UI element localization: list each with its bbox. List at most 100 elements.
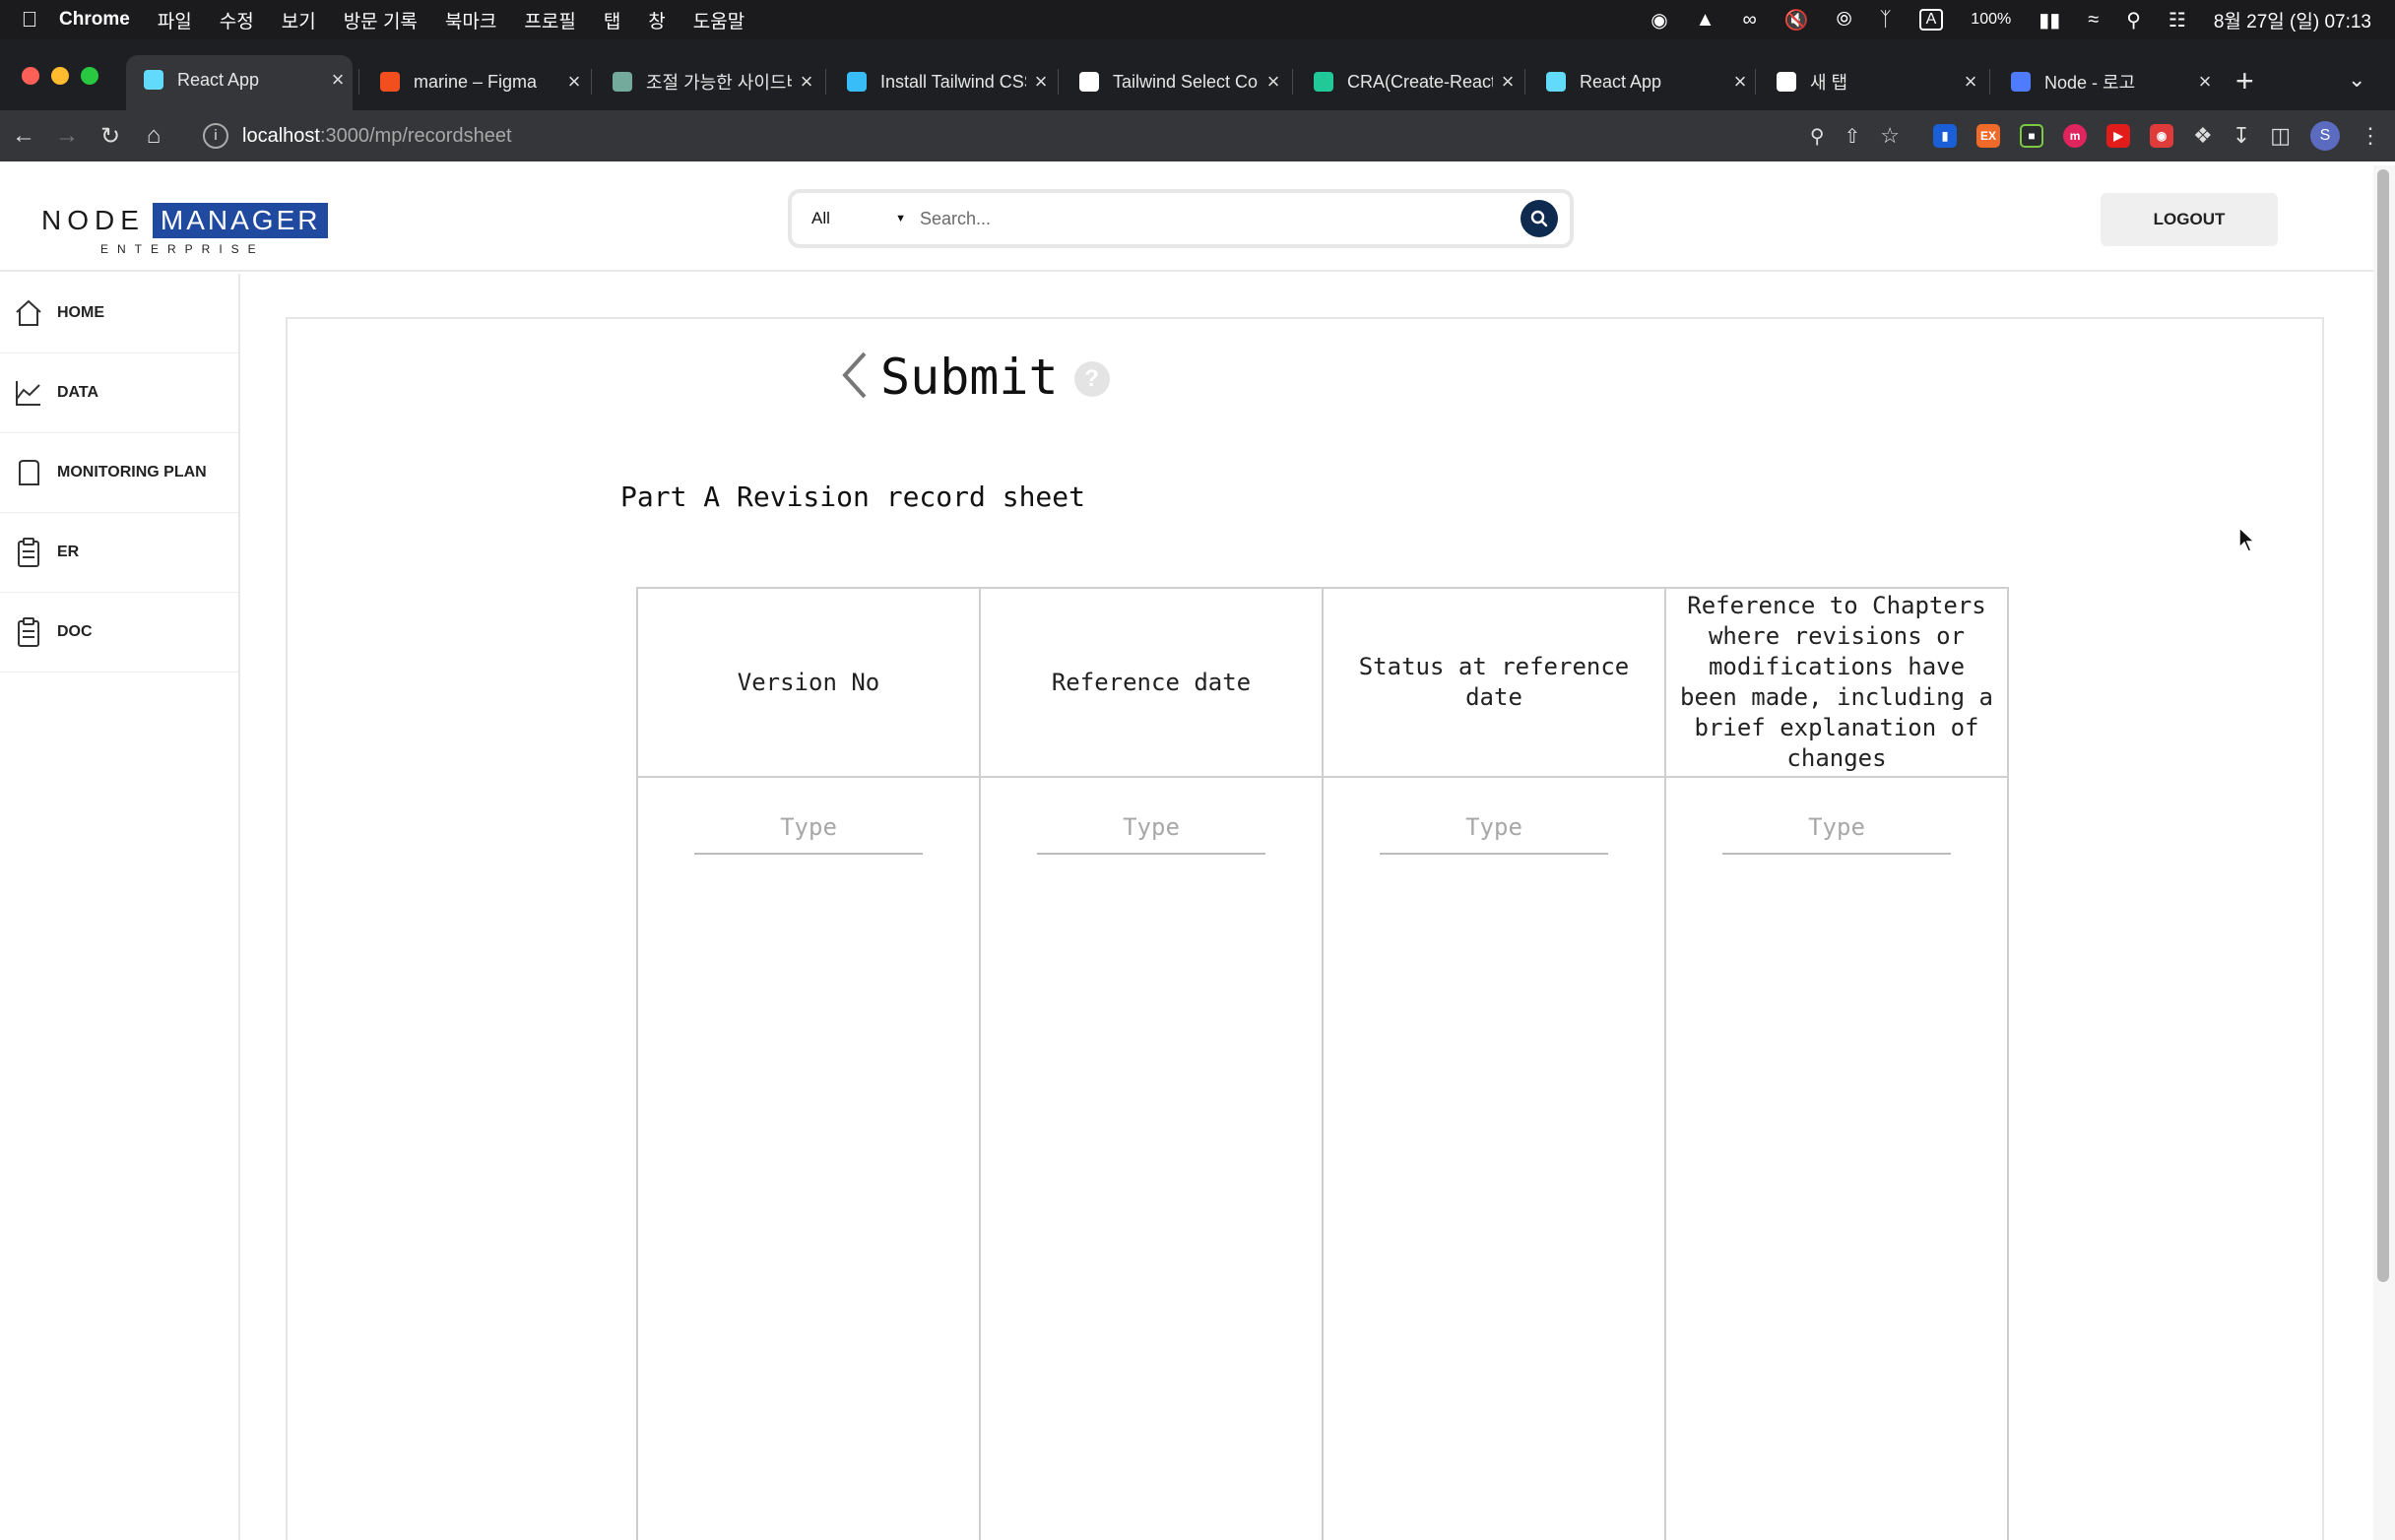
tab-title: marine – Figma (414, 71, 538, 92)
side-panel-icon[interactable]: ◫ (2270, 123, 2291, 149)
tailwind-icon (847, 72, 867, 92)
apple-icon[interactable]:  (0, 7, 59, 32)
macos-menu-bar:  Chrome 파일 수정 보기 방문 기록 북마크 프로필 탭 창 도움말 … (0, 0, 2395, 39)
menu-item-bookmarks[interactable]: 북마크 (445, 7, 496, 33)
browser-toolbar: ← → ↻ ⌂ i localhost:3000/mp/recordsheet … (0, 110, 2395, 161)
menu-item-history[interactable]: 방문 기록 (344, 7, 418, 33)
control-center-icon[interactable]: ☷ (2168, 8, 2186, 32)
sidebar-item-doc[interactable]: DOC (0, 593, 238, 673)
close-tab-icon[interactable]: × (1259, 69, 1288, 95)
tab-search-chevron-icon[interactable]: ⌄ (2348, 67, 2365, 93)
menu-item-window[interactable]: 창 (648, 7, 665, 33)
battery-icon[interactable]: ▮▮ (2039, 8, 2060, 32)
browser-tab[interactable]: Install Tailwind CSS × (829, 59, 1056, 104)
close-tab-icon[interactable]: × (2190, 69, 2220, 95)
chatgpt-icon (613, 72, 632, 92)
logout-button[interactable]: LOGOUT (2101, 193, 2278, 246)
page-scrollbar[interactable] (2373, 165, 2395, 1540)
site-info-icon[interactable]: i (203, 123, 228, 149)
browser-tab[interactable]: CRA(Create-React × (1296, 59, 1522, 104)
menu-item-tab[interactable]: 탭 (604, 7, 620, 33)
back-chevron-icon[interactable] (839, 350, 871, 406)
youtube-extension-icon[interactable]: ▶ (2106, 124, 2131, 148)
column-header-status: Status at reference date (1322, 587, 1666, 778)
download-icon[interactable]: ↧ (2233, 123, 2250, 149)
m-extension-icon[interactable]: m (2063, 124, 2088, 148)
airdrop-icon[interactable]: ⦾ (1837, 9, 1852, 32)
browser-tab[interactable]: Tailwind Select Co × (1062, 59, 1288, 104)
bluetooth-icon[interactable]: ᛉ (1880, 9, 1892, 32)
share-icon[interactable]: ⇧ (1845, 124, 1861, 149)
app-header: NODE MANAGER ENTERPRISE All ▼ LOGOUT (0, 165, 2373, 272)
zoom-window-button[interactable] (81, 67, 98, 85)
search-icon (1530, 210, 1548, 227)
tab-title: CRA(Create-React (1347, 71, 1493, 92)
drive-icon[interactable]: ▲ (1696, 9, 1715, 32)
version-no-input[interactable] (694, 813, 923, 855)
record-icon[interactable]: ◉ (1651, 8, 1667, 32)
address-bar[interactable]: i localhost:3000/mp/recordsheet (189, 110, 1765, 161)
wifi-icon[interactable]: ≈ (2088, 9, 2099, 32)
help-icon[interactable]: ? (1073, 361, 1110, 397)
table-cell (1322, 776, 1666, 1540)
red-extension-icon[interactable]: ◉ (2150, 124, 2174, 148)
menu-app-name[interactable]: Chrome (59, 9, 130, 31)
close-tab-icon[interactable]: × (1026, 69, 1056, 95)
close-tab-icon[interactable]: × (323, 67, 353, 93)
close-window-button[interactable] (22, 67, 39, 85)
browser-tab[interactable]: React App × (1528, 59, 1755, 104)
scrollbar-thumb[interactable] (2377, 169, 2389, 1282)
sidebar-item-er[interactable]: ER (0, 513, 238, 593)
caret-down-icon: ▼ (895, 213, 906, 225)
bookmark-star-icon[interactable]: ☆ (1880, 123, 1900, 149)
glasses-icon[interactable]: ∞ (1742, 9, 1756, 32)
menu-item-help[interactable]: 도움말 (693, 7, 744, 33)
close-tab-icon[interactable]: × (559, 69, 589, 95)
ex-extension-icon[interactable]: EX (1976, 124, 2001, 148)
react-icon (1546, 72, 1566, 92)
new-tab-button[interactable]: + (2235, 63, 2254, 99)
search-button[interactable] (1521, 200, 1558, 237)
green-extension-icon[interactable]: ■ (2020, 124, 2044, 148)
menu-item-file[interactable]: 파일 (158, 7, 192, 33)
bitwarden-extension-icon[interactable]: ▮ (1933, 124, 1958, 148)
menu-clock[interactable]: 8월 27일 (일) 07:13 (2214, 7, 2371, 33)
menu-item-profiles[interactable]: 프로필 (524, 7, 575, 33)
close-tab-icon[interactable]: × (1956, 69, 1985, 95)
mute-icon[interactable]: 🔇 (1784, 8, 1809, 32)
status-input[interactable] (1380, 813, 1608, 855)
browser-tab[interactable]: 새 탭 × (1759, 59, 1985, 104)
browser-tab[interactable]: Node - 로고 × (1993, 59, 2220, 104)
chapter-reference-input[interactable] (1722, 813, 1951, 855)
reload-icon[interactable]: ↻ (89, 122, 132, 151)
menu-item-view[interactable]: 보기 (282, 7, 316, 33)
sidebar-item-monitoring-plan[interactable]: MONITORING PLAN (0, 433, 238, 513)
record-sheet-card: Submit ? Part A Revision record sheet Ve… (286, 317, 2324, 1540)
sidebar-item-data[interactable]: DATA (0, 353, 238, 433)
search-scope-select[interactable]: All ▼ (792, 209, 920, 228)
menu-item-edit[interactable]: 수정 (220, 7, 254, 33)
input-source-indicator[interactable]: A (1918, 9, 1944, 31)
browser-tab[interactable]: marine – Figma × (362, 59, 589, 104)
zoom-icon[interactable]: ⚲ (1810, 124, 1825, 149)
spotlight-search-icon[interactable]: ⚲ (2126, 8, 2141, 32)
profile-avatar[interactable]: S (2310, 121, 2340, 151)
node-manager-logo[interactable]: NODE MANAGER ENTERPRISE (41, 201, 329, 256)
tab-separator (591, 69, 592, 95)
tab-title: 새 탭 (1810, 73, 1848, 93)
back-arrow-icon[interactable]: ← (2, 122, 45, 150)
close-tab-icon[interactable]: × (1493, 69, 1522, 95)
reference-date-input[interactable] (1037, 813, 1265, 855)
close-tab-icon[interactable]: × (792, 69, 821, 95)
extensions-puzzle-icon[interactable]: ❖ (2193, 123, 2213, 149)
forward-arrow-icon[interactable]: → (45, 122, 89, 150)
minimize-window-button[interactable] (51, 67, 69, 85)
sidebar-item-home[interactable]: HOME (0, 274, 238, 353)
close-tab-icon[interactable]: × (1725, 69, 1755, 95)
kebab-menu-icon[interactable]: ⋮ (2360, 123, 2381, 149)
browser-tab[interactable]: 조절 가능한 사이드바 × (595, 59, 821, 104)
home-icon[interactable]: ⌂ (132, 122, 175, 150)
tab-title: React App (1580, 71, 1662, 92)
sidebar-item-label: MONITORING PLAN (57, 464, 207, 481)
search-input[interactable] (920, 208, 1521, 229)
